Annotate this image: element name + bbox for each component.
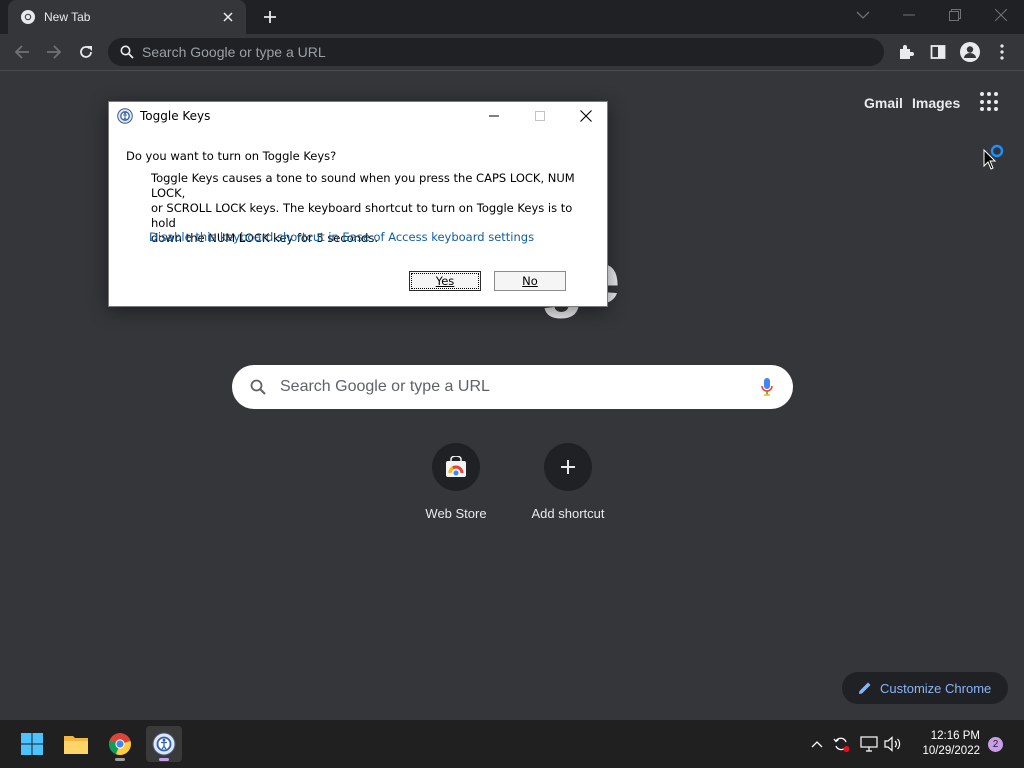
search-icon: [250, 379, 266, 395]
customize-chrome-button[interactable]: Customize Chrome: [842, 672, 1008, 704]
tab-title: New Tab: [44, 10, 91, 24]
microphone-icon[interactable]: [761, 378, 773, 396]
restore-icon[interactable]: [940, 4, 970, 26]
extensions-puzzle-icon[interactable]: [894, 40, 918, 64]
ease-of-access-icon: [117, 108, 133, 124]
toggle-keys-dialog: Toggle Keys Do you want to turn on Toggl…: [108, 101, 608, 307]
forward-arrow-icon[interactable]: [42, 40, 66, 64]
ntp-search-box[interactable]: Search Google or type a URL: [232, 365, 793, 409]
volume-icon[interactable]: [882, 732, 904, 756]
show-hidden-icons-chevron-icon[interactable]: [806, 732, 828, 756]
tab-new-tab[interactable]: New Tab: [8, 0, 246, 34]
file-explorer-icon[interactable]: [58, 726, 94, 762]
dialog-body-line: or SCROLL LOCK keys. The keyboard shortc…: [151, 201, 573, 230]
windows-start-icon[interactable]: [14, 726, 50, 762]
new-tab-button[interactable]: [258, 6, 282, 28]
yes-button[interactable]: Yes: [409, 271, 481, 291]
running-indicator: [115, 758, 125, 761]
shortcut-add[interactable]: Add shortcut: [513, 443, 623, 521]
google-apps-icon[interactable]: [980, 92, 1000, 112]
browser-toolbar: Search Google or type a URL: [0, 34, 1024, 71]
chrome-favicon-icon: [20, 9, 36, 25]
web-store-icon: [432, 443, 480, 491]
gmail-link[interactable]: Gmail: [864, 95, 903, 111]
clock-date: 10/29/2022: [922, 745, 980, 757]
notification-badge[interactable]: 2: [988, 737, 1003, 752]
dialog-close-icon[interactable]: [563, 102, 609, 130]
dialog-minimize-icon[interactable]: [471, 102, 517, 130]
reload-icon[interactable]: [74, 40, 98, 64]
shortcut-web-store[interactable]: Web Store: [401, 443, 511, 521]
clock[interactable]: 12:16 PM 10/29/2022: [912, 729, 980, 759]
chrome-icon[interactable]: [102, 726, 138, 762]
customize-label: Customize Chrome: [880, 680, 992, 696]
omnibox-placeholder: Search Google or type a URL: [142, 44, 326, 60]
ntp-search-placeholder: Search Google or type a URL: [280, 378, 490, 395]
clock-time: 12:16 PM: [930, 730, 980, 742]
plus-icon: [544, 443, 592, 491]
no-button[interactable]: No: [494, 271, 566, 291]
dialog-title: Toggle Keys: [140, 109, 211, 123]
shortcut-label: Web Store: [425, 506, 487, 521]
dialog-maximize-icon: [517, 102, 563, 130]
taskbar: 12:16 PM 10/29/2022: [0, 720, 1024, 768]
tab-strip: New Tab: [0, 0, 1024, 34]
network-icon[interactable]: [858, 732, 880, 756]
dialog-titlebar: Toggle Keys: [117, 108, 210, 124]
disable-shortcut-link[interactable]: Disable this keyboard shortcut in Ease o…: [149, 230, 534, 244]
images-link[interactable]: Images: [912, 95, 960, 111]
ease-of-access-taskbar-icon[interactable]: [146, 726, 182, 762]
shortcut-label: Add shortcut: [531, 506, 605, 521]
dialog-body-line: Toggle Keys causes a tone to sound when …: [151, 171, 575, 200]
close-window-icon[interactable]: [986, 4, 1016, 26]
tab-search-icon[interactable]: [848, 4, 878, 26]
menu-kebab-icon[interactable]: [990, 40, 1014, 64]
omnibox[interactable]: Search Google or type a URL: [108, 38, 884, 66]
tab-close-icon[interactable]: [220, 9, 236, 25]
back-arrow-icon[interactable]: [10, 40, 34, 64]
active-indicator: [159, 758, 169, 761]
minimize-icon[interactable]: [894, 4, 924, 26]
search-icon: [120, 45, 134, 59]
pencil-icon: [858, 681, 872, 695]
busy-cursor-icon: [982, 142, 1008, 177]
profile-avatar-icon[interactable]: [958, 40, 982, 64]
side-panel-icon[interactable]: [926, 40, 950, 64]
dialog-question: Do you want to turn on Toggle Keys?: [126, 149, 337, 163]
sync-alert-icon[interactable]: [830, 732, 852, 756]
